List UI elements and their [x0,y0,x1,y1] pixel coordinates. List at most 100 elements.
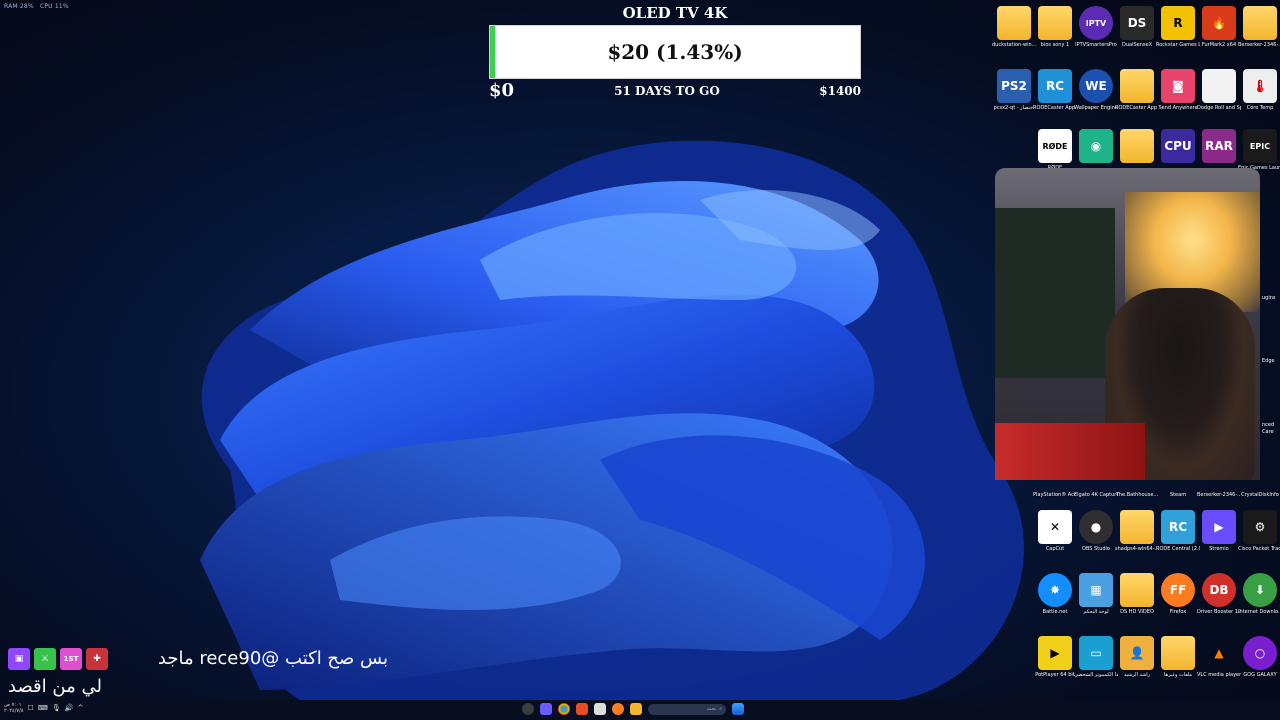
idm-icon: ⬇ [1243,573,1277,607]
desktop-icon-user-folder[interactable]: 👤 راشد الرشيد [1115,636,1159,678]
desktop-icon-label: Elgato 4K Capture Utility [1074,492,1118,498]
desktop-icon-furmark[interactable]: 🔥 FurMark2 x64 [1197,6,1241,48]
file-explorer-taskbar-icon[interactable] [630,703,642,715]
desktop-icon-control-panel[interactable]: ▦ لوحة التحكم [1074,573,1118,615]
desktop-icon-folder[interactable]: Berserker-2346-... [1238,6,1280,48]
driver-booster-icon: DB [1202,573,1236,607]
firefox-icon: FF [1161,573,1195,607]
desktop-icon-firefox[interactable]: FF Firefox [1156,573,1200,615]
desktop-icon-pcsx2[interactable]: PS2 pcsx2-qt - اختصار [992,69,1036,111]
desktop-icon-epic[interactable]: EPICEpic Games Launcher [1238,129,1280,171]
sword-badge-icon: ⚔ [34,648,56,670]
obs-taskbar-icon[interactable] [522,703,534,715]
taskbar-clock[interactable]: ٧:٠١ ص ٢٠٢٤/٧/٨ [4,702,23,714]
desktop-icon-folder[interactable]: shadps4-win64-... [1115,510,1159,552]
cpu-usage: CPU 11% [39,3,69,10]
desktop-icon-capcut[interactable]: ✕ CapCut [1033,510,1077,552]
search-icon: ⌕ [719,706,722,712]
battlenet-icon: ✸ [1038,573,1072,607]
desktop-icon-label: The.Bathhouse... [1115,492,1159,498]
desktop-icon-rode[interactable]: RØDERØDE [1033,129,1077,171]
desktop-icon-label: shadps4-win64-... [1115,546,1159,552]
wallpaper-engine-icon: WE [1079,69,1113,103]
desktop-icon-folder[interactable]: duckstation-win... [992,6,1036,48]
show-hidden-icons-icon[interactable]: ^ [77,704,83,712]
taskbar-tray-left: ٧:٠١ ص ٢٠٢٤/٧/٨ ☐ ⌨ 🎙 🔊 ^ [4,702,83,714]
desktop-icon-wallpaper-engine[interactable]: WE Wallpaper Engine [1074,69,1118,111]
desktop-icon-dualsense[interactable]: DS DualSenseX [1115,6,1159,48]
desktop-icon-obs[interactable]: ● OBS Studio [1074,510,1118,552]
desktop-icon-folder[interactable]: bios sony 1 [1033,6,1077,48]
desktop-icon-label: RODECaster App (2.0.102) [1033,105,1077,111]
desktop-icon-label: Dodge Roll and Sprint-496-2-30... [1197,105,1241,111]
desktop-icon-rode-central[interactable]: RC RODE Central (2.0.65) [1156,510,1200,552]
desktop-icon-send-anywhere[interactable]: ◙ Send Anywhere [1156,69,1200,111]
stremio-icon: ▶ [1202,510,1236,544]
dualsense-icon: DS [1120,6,1154,40]
language-icon[interactable]: ⌨ [38,704,48,712]
iptv-icon: IPTV [1079,6,1113,40]
desktop-icon-idm[interactable]: ⬇ Internet Downlo... [1238,573,1280,615]
taskbar-pinned-apps: بحث ⌕ [522,703,744,715]
desktop-icon-iptv[interactable]: IPTV IPTVSmartersPro [1074,6,1118,48]
send-anywhere-icon: ◙ [1161,69,1195,103]
desktop-icon-folder[interactable]: RODECaster App Windows v2.0.105 [1115,69,1159,111]
desktop-icon-label: OBS Studio [1082,546,1110,552]
webcam-overlay [995,168,1260,480]
file-taskbar-icon[interactable] [594,703,606,715]
desktop-icon-label: هذا الكمبيوتر الشخصي [1074,672,1118,678]
desktop-icon-battlenet[interactable]: ✸ Battle.net [1033,573,1077,615]
desktop-icon-gog[interactable]: ○ GOG GALAXY [1238,636,1280,678]
desktop-icon-this-pc[interactable]: ▭ هذا الكمبيوتر الشخصي [1074,636,1118,678]
folder-icon [1120,573,1154,607]
brave-taskbar-icon[interactable] [576,703,588,715]
desktop-icon-label: RODECaster App Windows v2.0.105 [1115,105,1159,111]
desktop-icon-label: CapCut [1045,546,1065,552]
desktop-icon-label: duckstation-win... [992,42,1036,48]
user-folder-icon: 👤 [1120,636,1154,670]
stremio-taskbar-icon[interactable] [540,703,552,715]
webcam-shirt [995,423,1145,480]
chrome-taskbar-icon[interactable] [558,703,570,715]
rode-app-icon: RC [1038,69,1072,103]
partial-label-edge: Edge [1262,358,1275,364]
taskbar: ٧:٠١ ص ٢٠٢٤/٧/٨ ☐ ⌨ 🎙 🔊 ^ بحث ⌕ [0,700,1280,720]
desktop-icon-label: Internet Downlo... [1238,609,1280,615]
partial-label-advanced: nced [1262,422,1275,428]
desktop-icon-rockstar[interactable]: R Rockstar Games Launcher [1156,6,1200,48]
desktop-icon-label: Berserker-2346-... [1197,492,1241,498]
controller-app-icon: ◉ [1079,129,1113,163]
desktop-icon-potplayer[interactable]: ▶ PotPlayer 64 bit [1033,636,1077,678]
desktop-icon-stremio[interactable]: ▶ Stremio [1197,510,1241,552]
taskbar-search-input[interactable]: بحث ⌕ [648,703,726,715]
desktop-icon-label: CrystalDiskInfo [1241,492,1279,498]
desktop-icon-folder[interactable] [1115,129,1159,165]
donation-goal-widget: OLED TV 4K $20 (1.43%) $0 51 DAYS TO GO … [489,4,861,101]
desktop-icon-folder[interactable]: ملفات وغيرها [1156,636,1200,678]
desktop-icon-label: Firefox [1169,609,1187,615]
microphone-icon[interactable]: 🎙 [52,704,61,712]
desktop-icon-cpu[interactable]: CPU [1156,129,1200,165]
desktop-icon-core-temp[interactable]: 🌡 Core Temp [1238,69,1280,111]
desktop-icon-label: Cisco Packet Tracer [1238,546,1280,552]
desktop-icon-label: DS HD VIDEO [1120,609,1154,615]
desktop-icon-vlc[interactable]: ▲ VLC media player [1197,636,1241,678]
desktop-icon-cisco[interactable]: ⚙ Cisco Packet Tracer [1238,510,1280,552]
chat-message-line-2: لي من اقصد [8,676,102,697]
control-panel-icon: ▦ [1079,573,1113,607]
desktop-icon-controller-app[interactable]: ◉ [1074,129,1118,165]
volume-icon[interactable]: 🔊 [65,704,74,712]
desktop-icon-label: Send Anywhere [1158,105,1198,111]
desktop-icon-file[interactable]: Dodge Roll and Sprint-496-2-30... [1197,69,1241,111]
folder-icon [1243,6,1277,40]
winrar-icon: RAR [1202,129,1236,163]
system-stats: RAM 28% CPU 11% [4,3,73,10]
desktop-icon-rode-app[interactable]: RC RODECaster App (2.0.102) [1033,69,1077,111]
notification-icon[interactable]: ☐ [27,704,33,712]
firefox-taskbar-icon[interactable] [612,703,624,715]
start-button-icon[interactable] [732,703,744,715]
gog-icon: ○ [1243,636,1277,670]
desktop-icon-winrar[interactable]: RAR [1197,129,1241,165]
desktop-icon-driver-booster[interactable]: DB Driver Booster 12 [1197,573,1241,615]
desktop-icon-folder[interactable]: DS HD VIDEO [1115,573,1159,615]
